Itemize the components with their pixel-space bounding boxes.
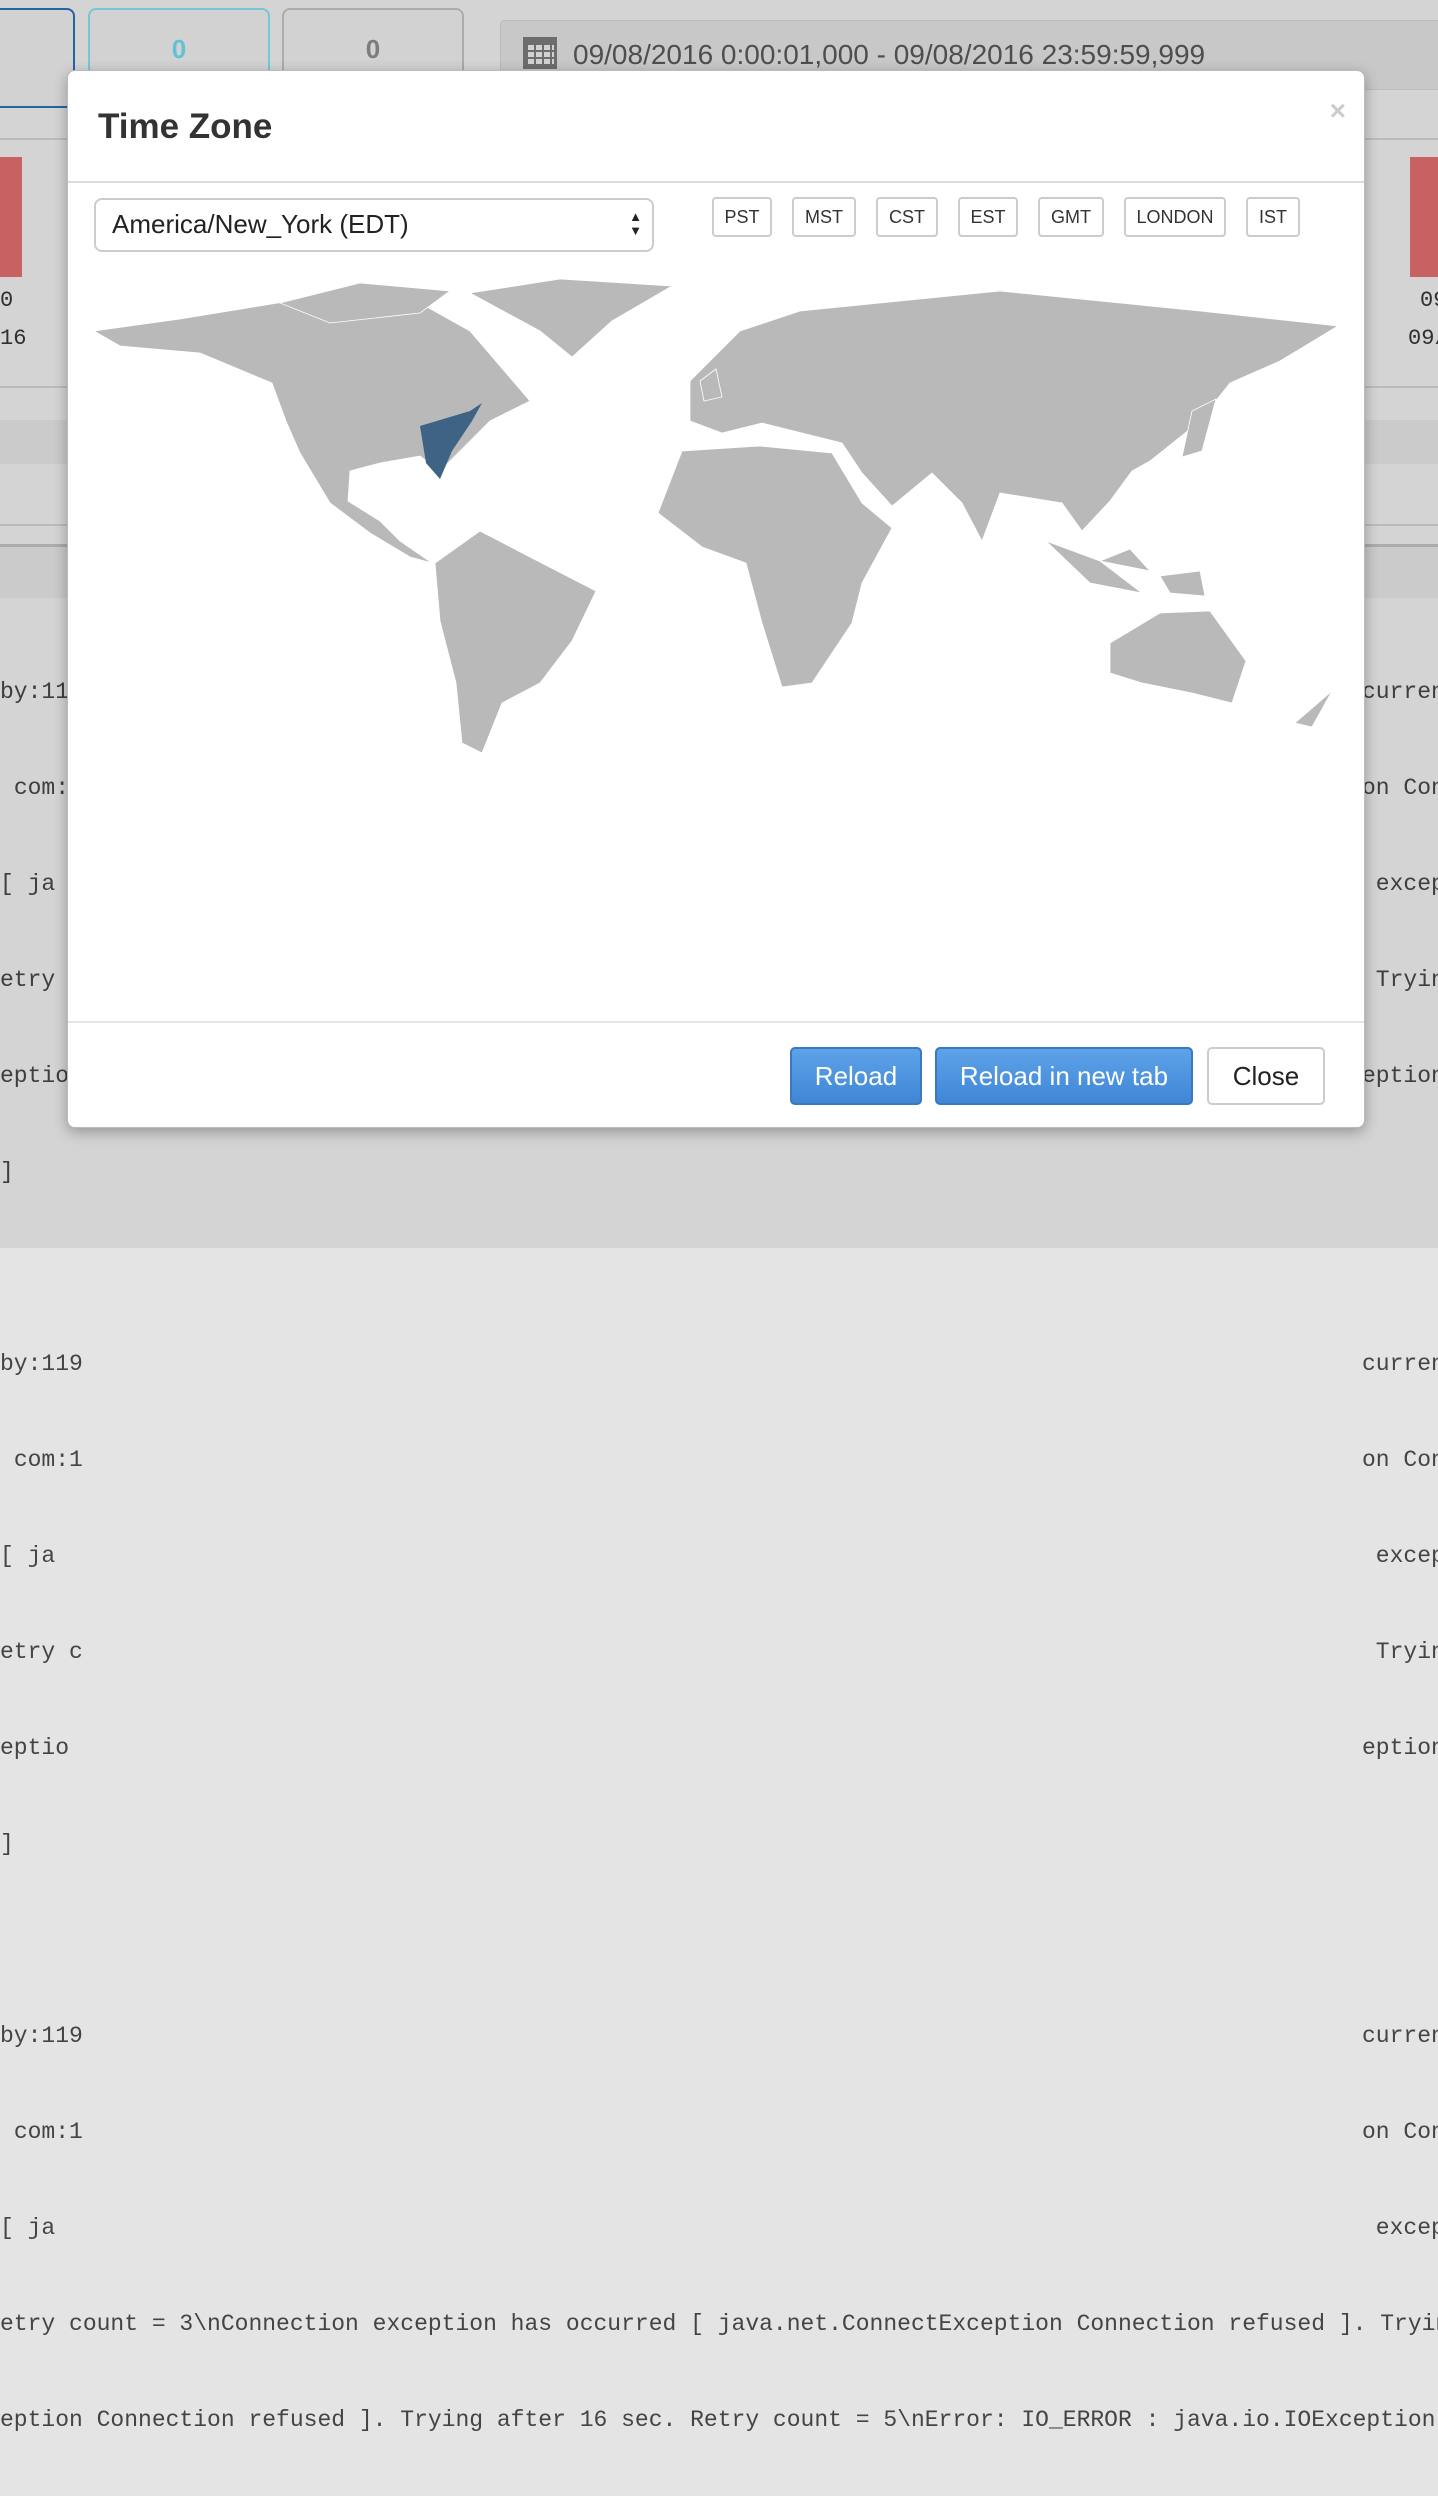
map-southeast-asia-islands xyxy=(1045,540,1206,597)
map-australia xyxy=(1109,610,1247,704)
map-africa xyxy=(657,445,893,688)
tz-button-pst[interactable]: PST xyxy=(712,197,772,237)
time-zone-modal: Time Zone × America/New_York (EDT) ▲ ▼ PS… xyxy=(67,70,1365,1128)
reload-new-tab-button[interactable]: Reload in new tab xyxy=(935,1047,1193,1105)
select-arrows-icon: ▲ ▼ xyxy=(629,209,642,238)
modal-title: Time Zone xyxy=(98,107,273,146)
tz-button-cst[interactable]: CST xyxy=(876,197,938,237)
modal-header: Time Zone × xyxy=(68,71,1364,183)
tz-button-mst[interactable]: MST xyxy=(792,197,856,237)
map-new-zealand xyxy=(1294,690,1333,728)
map-greenland xyxy=(468,278,674,358)
map-south-america xyxy=(434,530,597,754)
tz-button-gmt[interactable]: GMT xyxy=(1038,197,1104,237)
tz-button-london[interactable]: LONDON xyxy=(1124,197,1226,237)
close-button[interactable]: Close xyxy=(1207,1047,1325,1105)
tz-button-ist[interactable]: IST xyxy=(1246,197,1300,237)
close-icon[interactable]: × xyxy=(1330,95,1346,127)
modal-footer: Reload Reload in new tab Close xyxy=(68,1021,1364,1127)
reload-button[interactable]: Reload xyxy=(790,1047,922,1105)
world-map[interactable] xyxy=(94,277,1338,757)
timezone-select[interactable]: America/New_York (EDT) ▲ ▼ xyxy=(94,198,654,252)
tz-button-est[interactable]: EST xyxy=(958,197,1018,237)
